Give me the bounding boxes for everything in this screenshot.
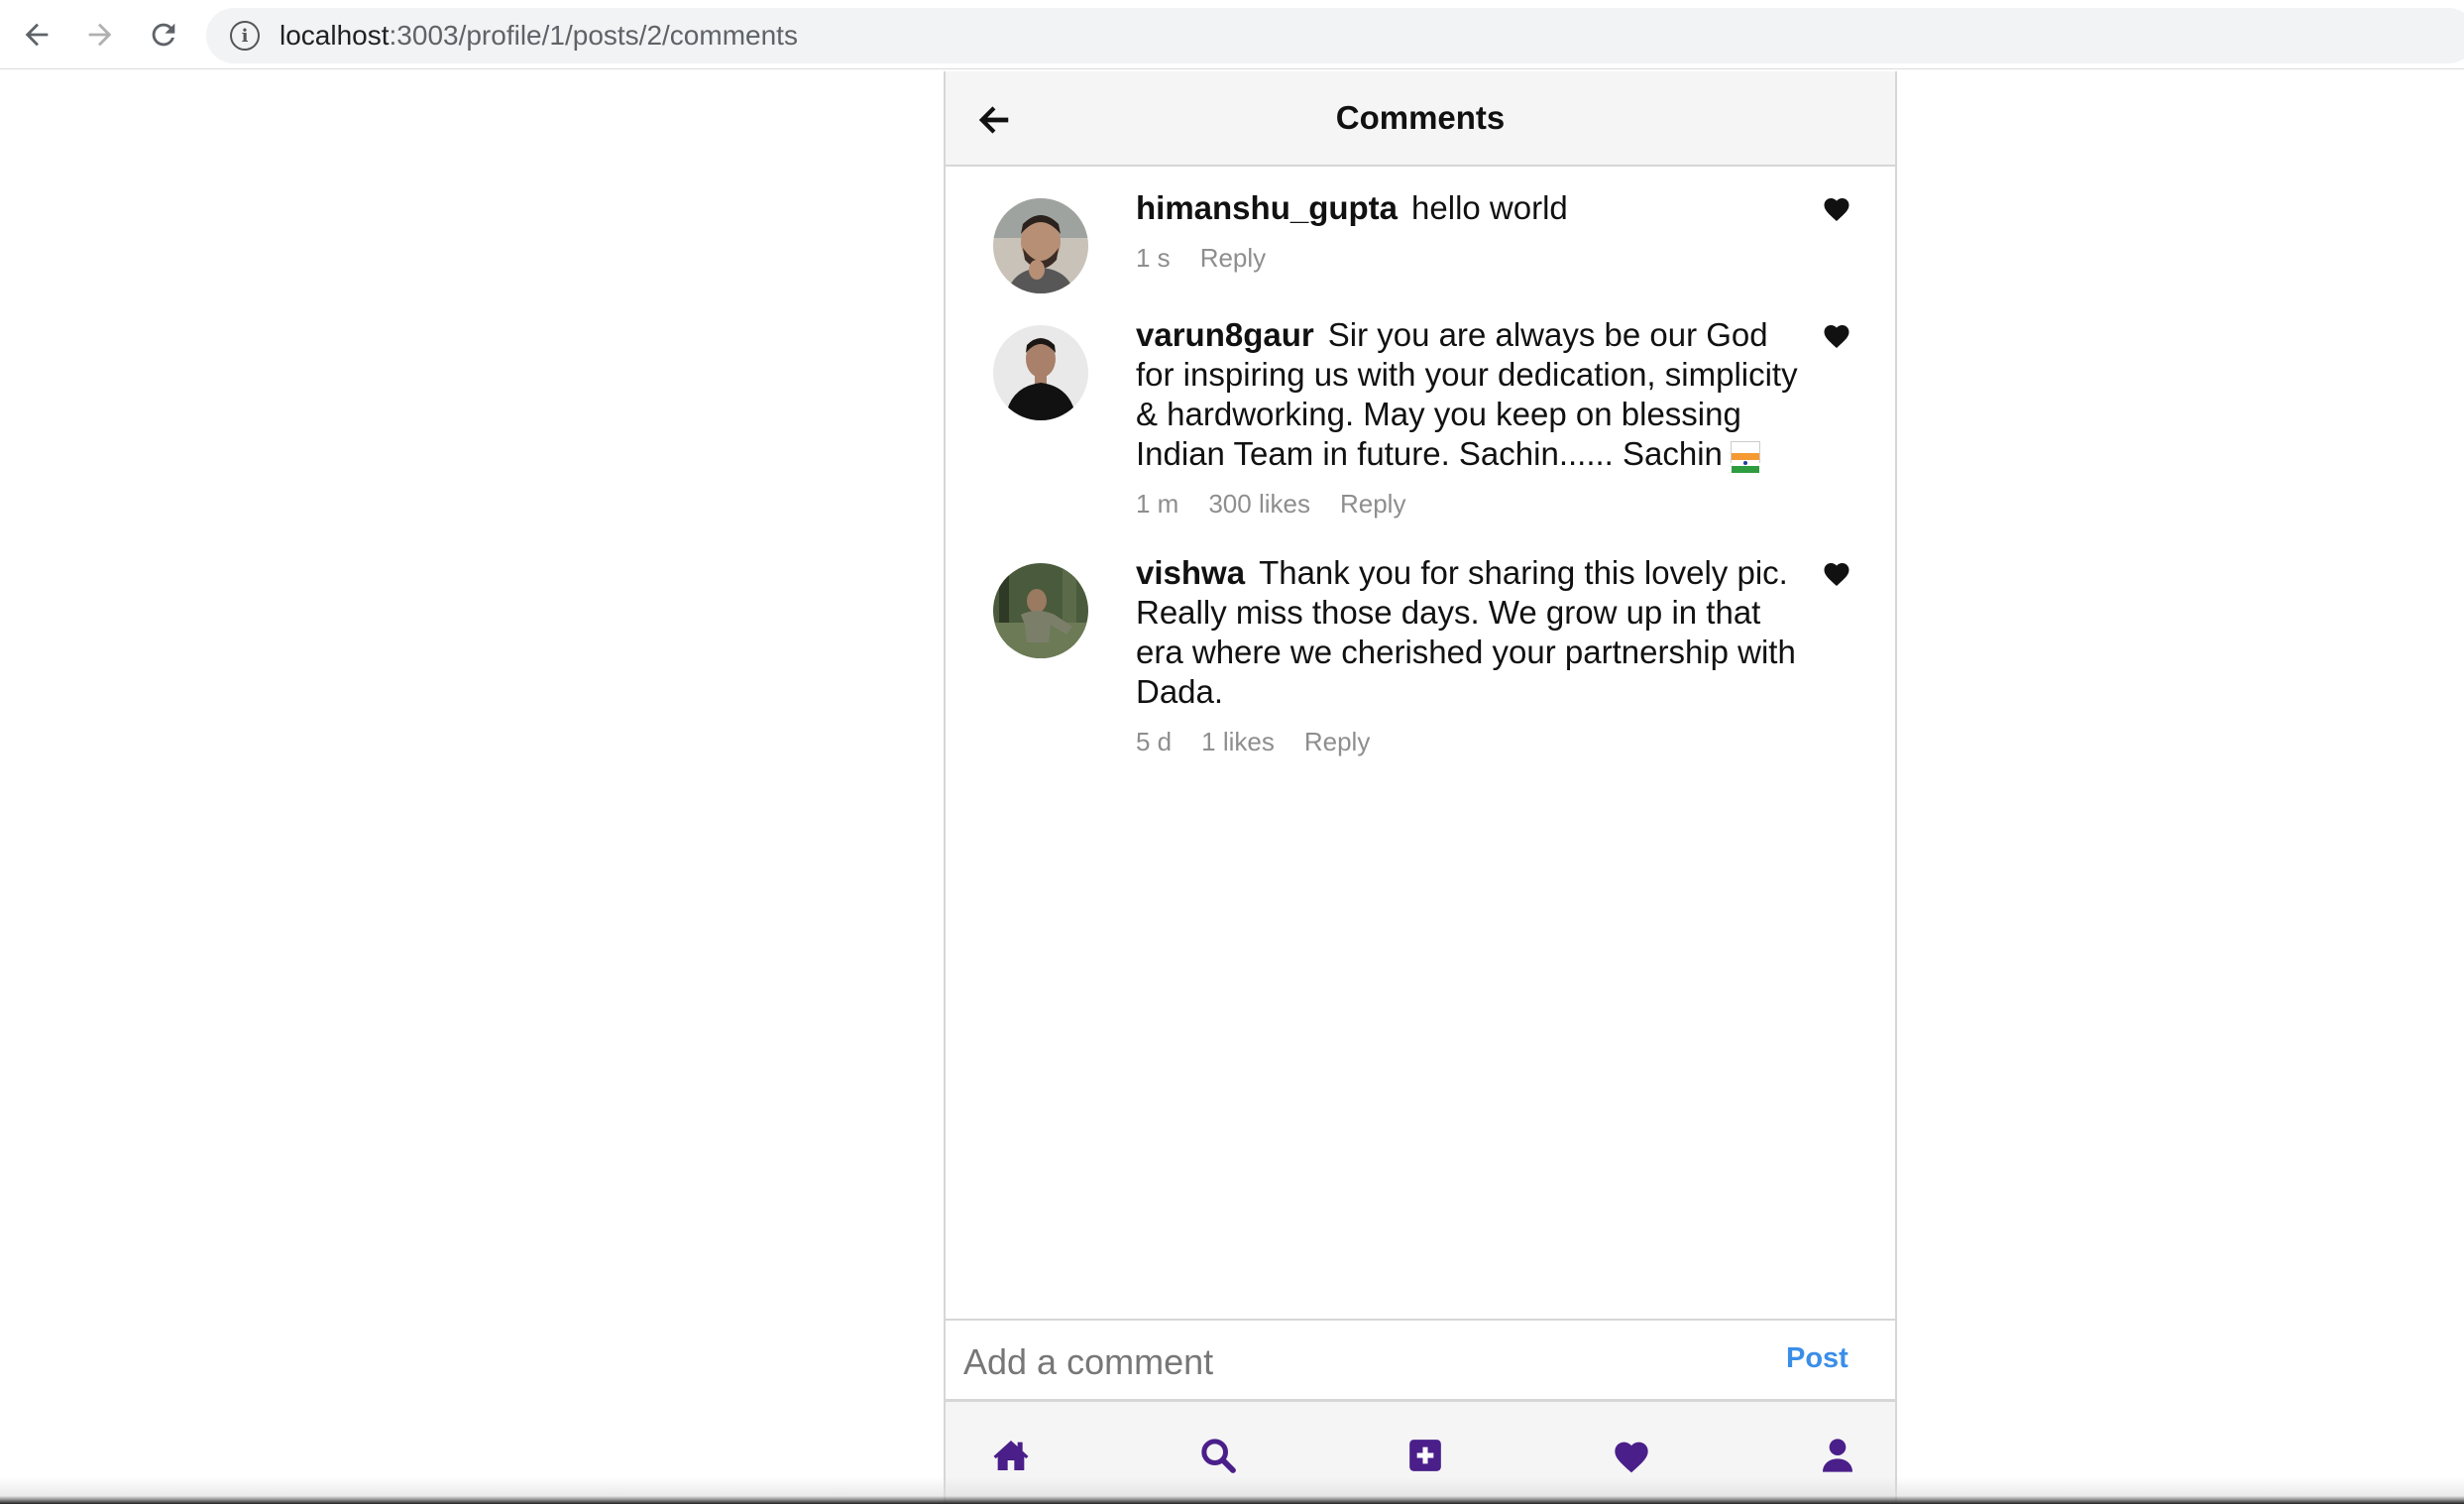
home-icon[interactable] [991, 1436, 1031, 1475]
like-heart-icon[interactable] [1822, 321, 1851, 349]
comment-composer: Post [946, 1319, 1895, 1402]
avatar-man-black-shirt-icon [993, 325, 1088, 420]
arrow-left-icon [25, 23, 49, 47]
comment-text: hello world [1411, 189, 1568, 226]
page-title: Comments [1335, 99, 1506, 136]
reply-button[interactable]: Reply [1304, 727, 1370, 756]
like-heart-icon[interactable] [1822, 559, 1851, 587]
arrow-right-icon [88, 23, 112, 47]
comment-meta: 1 s Reply [1136, 242, 1810, 274]
browser-forward-button[interactable] [77, 12, 123, 58]
site-info-icon[interactable]: i [230, 21, 260, 51]
browser-back-button[interactable] [14, 12, 59, 58]
url-path: :3003/profile/1/posts/2/comments [389, 20, 798, 51]
browser-toolbar: i localhost:3003/profile/1/posts/2/comme… [0, 0, 2464, 69]
comment-meta: 5 d 1 likes Reply [1136, 726, 1810, 757]
post-button[interactable]: Post [1786, 1342, 1848, 1375]
like-heart-icon[interactable] [1822, 194, 1851, 222]
india-flag-icon [1730, 441, 1760, 474]
comment-time: 1 m [1136, 489, 1179, 519]
add-post-icon[interactable] [1405, 1436, 1445, 1475]
comment-content: varun8gaur Sir you are always be our God … [1136, 315, 1810, 520]
comments-page: Comments himanshu_gupta hello world 1 s Re [944, 71, 1897, 1504]
address-bar[interactable]: i localhost:3003/profile/1/posts/2/comme… [206, 8, 2464, 63]
page-header: Comments [946, 71, 1895, 167]
reload-icon [152, 23, 175, 47]
avatar[interactable] [993, 325, 1088, 420]
comment-likes[interactable]: 300 likes [1208, 489, 1310, 519]
browser-reload-button[interactable] [141, 12, 186, 58]
comment-input[interactable] [961, 1332, 1735, 1392]
comment-username[interactable]: vishwa [1136, 554, 1245, 591]
avatar[interactable] [993, 198, 1088, 293]
comment-username[interactable]: varun8gaur [1136, 316, 1314, 353]
window-bottom-edge [0, 1477, 2464, 1504]
comment-time: 1 s [1136, 243, 1171, 273]
avatar-man-beard-icon [993, 198, 1088, 293]
reply-button[interactable]: Reply [1340, 489, 1405, 519]
comment-likes[interactable]: 1 likes [1201, 727, 1275, 756]
comment-username[interactable]: himanshu_gupta [1136, 189, 1398, 226]
profile-icon[interactable] [1818, 1436, 1857, 1475]
search-icon[interactable] [1198, 1436, 1238, 1475]
comment-time: 5 d [1136, 727, 1173, 756]
heart-icon[interactable] [1612, 1436, 1651, 1475]
comment-meta: 1 m 300 likes Reply [1136, 488, 1810, 520]
comment-content: vishwa Thank you for sharing this lovely … [1136, 553, 1810, 757]
reply-button[interactable]: Reply [1200, 243, 1266, 273]
avatar-man-forest-icon [993, 563, 1088, 658]
comment-content: himanshu_gupta hello world 1 s Reply [1136, 188, 1810, 274]
avatar[interactable] [993, 563, 1088, 658]
url-host: localhost [280, 20, 390, 51]
